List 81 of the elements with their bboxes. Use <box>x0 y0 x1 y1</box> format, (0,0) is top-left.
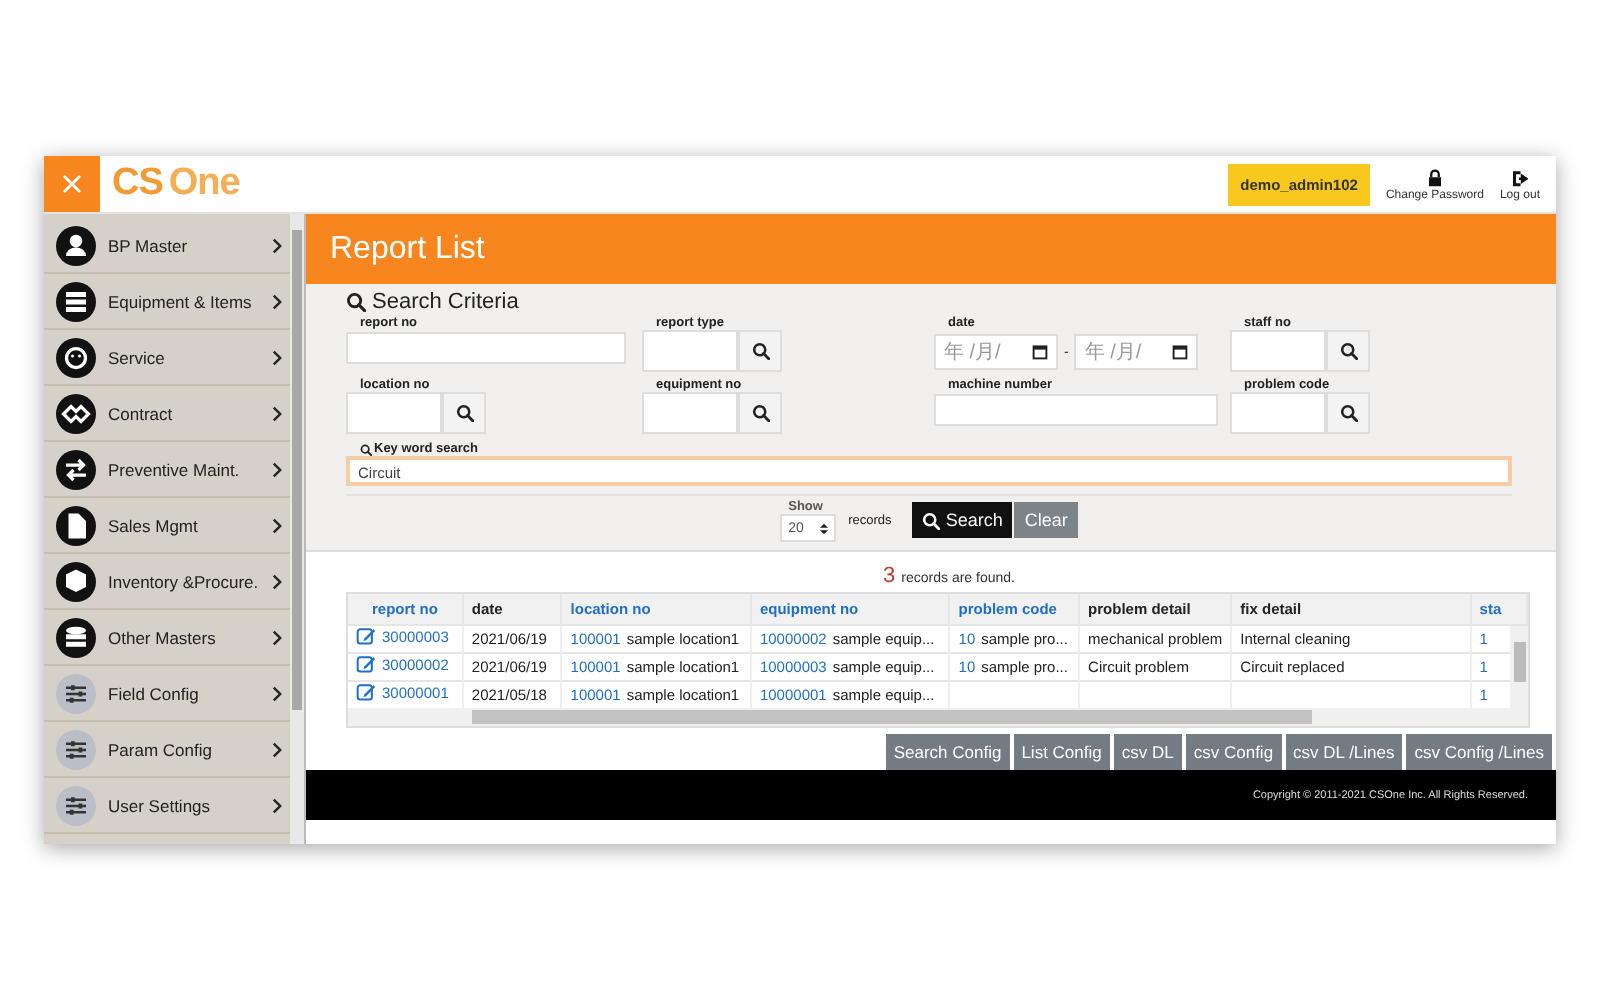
menu-item-icon <box>56 449 96 489</box>
edit-icon[interactable] <box>356 654 376 675</box>
input-field[interactable] <box>346 392 442 434</box>
calendar-icon <box>1172 344 1189 360</box>
chevron-right-icon <box>272 461 282 477</box>
logout-icon <box>1510 167 1529 187</box>
chevron-right-icon <box>272 629 282 645</box>
menu-item-icon <box>56 393 96 433</box>
menu-item-icon <box>56 617 96 657</box>
date-field[interactable]: 年 /月/ <box>1074 334 1199 370</box>
toolbar-button[interactable]: csv Config <box>1185 734 1282 770</box>
spinner-arrows-icon <box>820 521 829 535</box>
lock-icon <box>1425 167 1444 187</box>
toolbar-button[interactable]: List Config <box>1013 734 1110 770</box>
lookup-button[interactable] <box>1326 330 1370 372</box>
chevron-right-icon <box>272 797 282 813</box>
sidebar-item[interactable]: Equipment & Items <box>44 274 290 330</box>
sidebar-item[interactable]: Field Config <box>44 666 290 722</box>
search-icon <box>346 291 366 311</box>
sidebar-item[interactable]: Sales Mgmt <box>44 498 290 554</box>
search-icon <box>1339 342 1357 360</box>
menu-item-icon <box>56 337 96 377</box>
sliders-icon <box>56 729 96 769</box>
toolbar-button[interactable]: Search Config <box>885 734 1010 770</box>
sidebar-item[interactable]: Inventory &Procure. <box>44 554 290 610</box>
clear-button[interactable]: Clear <box>1014 502 1078 538</box>
lookup-button[interactable] <box>738 392 782 434</box>
chevron-right-icon <box>272 741 282 757</box>
chevron-right-icon <box>272 573 282 589</box>
search-icon <box>455 404 473 422</box>
section-title: Search Criteria <box>372 289 519 313</box>
sidebar-item[interactable]: User Settings <box>44 778 290 834</box>
search-icon <box>751 404 769 422</box>
search-icon <box>360 443 372 455</box>
input-field[interactable] <box>1230 392 1326 434</box>
search-icon <box>751 342 769 360</box>
sidebar-item[interactable]: Service <box>44 330 290 386</box>
record-count: 3 <box>883 564 896 588</box>
edit-icon[interactable] <box>356 682 376 703</box>
input-field[interactable] <box>642 330 738 372</box>
lookup-button[interactable] <box>738 330 782 372</box>
close-icon <box>62 174 82 194</box>
sidebar-item[interactable]: Other Masters <box>44 610 290 666</box>
scrollbar[interactable] <box>290 214 304 844</box>
page-title: Report List <box>330 231 485 267</box>
chevron-right-icon <box>272 349 282 365</box>
search-icon[interactable] <box>921 511 940 529</box>
sliders-icon <box>56 673 96 713</box>
input-field[interactable] <box>642 392 738 434</box>
search-icon <box>1339 404 1357 422</box>
lookup-button[interactable] <box>442 392 486 434</box>
menu-item-icon <box>56 505 96 545</box>
close-button[interactable] <box>44 156 100 212</box>
logo-text: CS <box>112 162 163 206</box>
menu-item-icon <box>56 281 96 321</box>
search-button[interactable]: Search <box>911 502 1013 538</box>
sidebar-item[interactable]: Param Config <box>44 722 290 778</box>
input-field[interactable] <box>1230 330 1326 372</box>
chevron-right-icon <box>272 293 282 309</box>
input-field[interactable] <box>346 332 626 364</box>
scrollbar[interactable] <box>348 708 1528 726</box>
sliders-icon <box>56 785 96 825</box>
toolbar-button[interactable]: csv Config /Lines <box>1406 734 1552 770</box>
scrollbar[interactable] <box>1510 625 1528 710</box>
lookup-button[interactable] <box>1326 392 1370 434</box>
calendar-icon <box>1032 344 1048 360</box>
toolbar-button[interactable]: csv DL /Lines <box>1285 734 1403 770</box>
sidebar-item[interactable]: Preventive Maint. <box>44 442 290 498</box>
input-field[interactable] <box>934 394 1218 426</box>
sidebar-item[interactable]: Contract <box>44 386 290 442</box>
sidebar-item[interactable]: BP Master <box>44 218 290 274</box>
menu-item-icon <box>56 561 96 601</box>
edit-icon[interactable] <box>356 626 376 647</box>
toolbar-button[interactable]: csv DL <box>1113 734 1182 770</box>
chevron-right-icon <box>272 237 282 253</box>
chevron-right-icon <box>272 517 282 533</box>
menu-item-icon <box>56 225 96 265</box>
logo-text: One <box>168 162 240 206</box>
chevron-right-icon <box>272 685 282 701</box>
date-field[interactable]: 年 /月/ <box>934 334 1058 370</box>
chevron-right-icon <box>272 405 282 421</box>
